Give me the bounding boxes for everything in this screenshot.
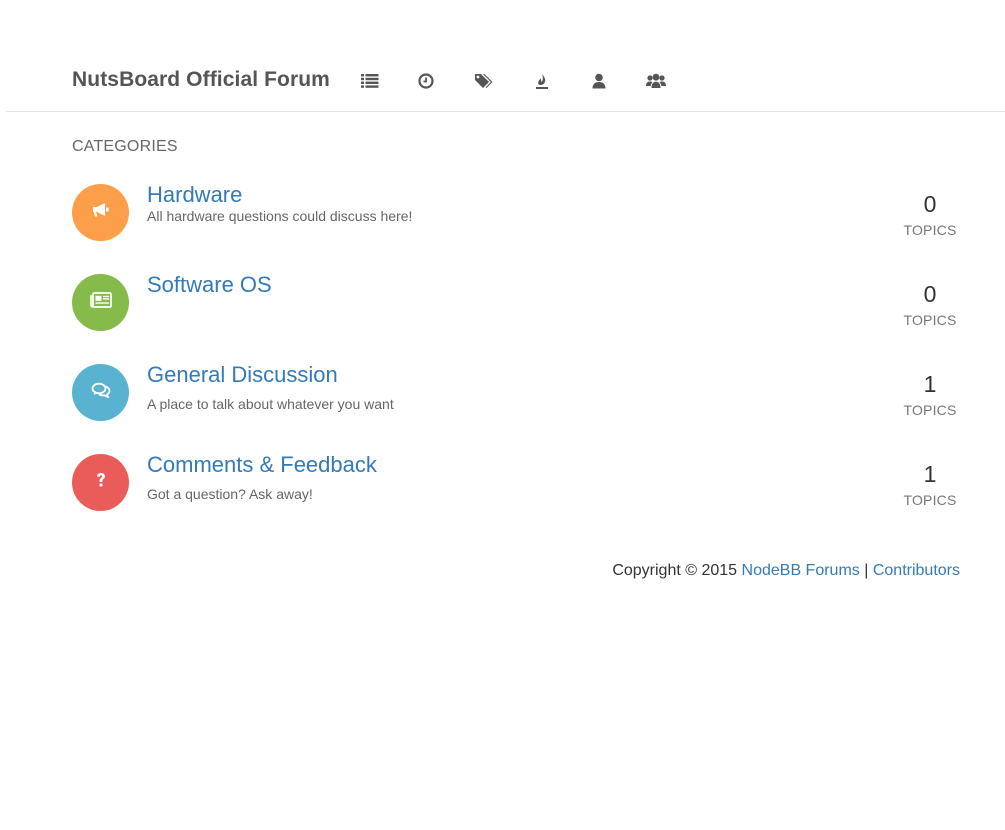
category-icon-comments-feedback[interactable] bbox=[72, 454, 129, 511]
category-row-general-discussion: General Discussion A place to talk about… bbox=[72, 362, 960, 424]
footer-copyright: Copyright © 2015 NodeBB Forums | Contrib… bbox=[612, 562, 960, 580]
header-navbar: NutsBoard Official Forum bbox=[6, 0, 1005, 112]
category-title-general-discussion[interactable]: General Discussion bbox=[147, 362, 338, 388]
contributors-link[interactable]: Contributors bbox=[873, 562, 960, 579]
topic-count-label: TOPICS bbox=[903, 402, 957, 418]
topic-count: 1 bbox=[923, 371, 937, 397]
question-icon bbox=[95, 472, 107, 493]
category-title-software-os[interactable]: Software OS bbox=[147, 272, 272, 298]
fire-icon[interactable] bbox=[532, 71, 552, 91]
topic-count: 0 bbox=[923, 281, 937, 307]
category-title-comments-feedback[interactable]: Comments & Feedback bbox=[147, 452, 377, 478]
category-description-comments-feedback: Got a question? Ask away! bbox=[147, 486, 313, 502]
category-icon-software-os[interactable] bbox=[72, 274, 129, 331]
category-stat-software-os: 0 TOPICS bbox=[900, 280, 960, 328]
clock-icon[interactable] bbox=[416, 71, 436, 91]
tags-icon[interactable] bbox=[474, 71, 494, 91]
category-stat-hardware: 0 TOPICS bbox=[900, 190, 960, 238]
forum-brand-link[interactable]: NutsBoard Official Forum bbox=[72, 68, 330, 92]
category-row-software-os: Software OS 0 TOPICS bbox=[72, 272, 960, 334]
topic-count-label: TOPICS bbox=[903, 492, 957, 508]
category-description-hardware: All hardware questions could discuss her… bbox=[147, 208, 413, 224]
topic-count-label: TOPICS bbox=[903, 222, 957, 238]
copyright-text: Copyright © 2015 bbox=[612, 562, 738, 579]
category-title-hardware[interactable]: Hardware bbox=[147, 182, 242, 208]
categories-heading: CATEGORIES bbox=[72, 138, 178, 155]
category-icon-hardware[interactable] bbox=[72, 184, 129, 241]
category-icon-general-discussion[interactable] bbox=[72, 364, 129, 421]
topic-count-label: TOPICS bbox=[903, 312, 957, 328]
topic-count: 0 bbox=[923, 191, 937, 217]
category-stat-general-discussion: 1 TOPICS bbox=[900, 370, 960, 418]
footer-separator: | bbox=[864, 562, 869, 579]
newspaper-icon bbox=[89, 292, 112, 313]
list-icon[interactable] bbox=[360, 71, 380, 91]
topic-count: 1 bbox=[923, 461, 937, 487]
category-stat-comments-feedback: 1 TOPICS bbox=[900, 460, 960, 508]
bullhorn-icon bbox=[91, 202, 111, 223]
category-description-general-discussion: A place to talk about whatever you want bbox=[147, 396, 394, 412]
users-icon[interactable] bbox=[646, 71, 666, 91]
category-row-comments-feedback: Comments & Feedback Got a question? Ask … bbox=[72, 452, 960, 514]
forum-page: NutsBoard Official Forum CATEGORIES Hard… bbox=[0, 0, 1005, 830]
nodebb-forums-link[interactable]: NodeBB Forums bbox=[742, 562, 860, 579]
comments-icon bbox=[91, 382, 111, 403]
user-icon[interactable] bbox=[589, 71, 609, 91]
category-row-hardware: Hardware All hardware questions could di… bbox=[72, 182, 960, 244]
